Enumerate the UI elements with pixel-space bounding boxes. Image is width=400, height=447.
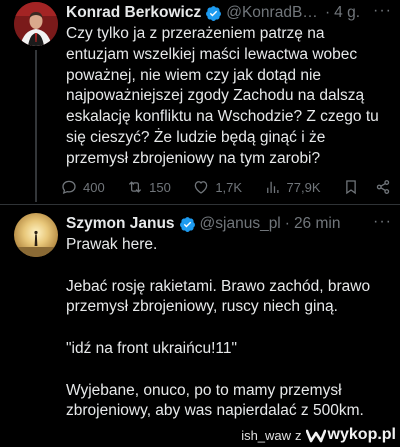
repost-icon <box>129 181 142 193</box>
wykop-watermark: ish_waw z wykop.pl <box>241 426 396 444</box>
verified-badge-icon <box>179 216 195 232</box>
tweet-header: Konrad Berkowicz @KonradBer… · 4 g. <box>66 2 360 24</box>
author-handle[interactable]: @KonradBer… <box>226 4 321 22</box>
views-icon <box>266 181 279 193</box>
tweet-paragraph: Jebać rosję rakietami. Brawo zachód, bra… <box>66 277 375 316</box>
tweet-szymon-janus[interactable]: Szymon Janus @sjanus_pl · 26 min ··· Pra… <box>0 205 400 447</box>
reply-button[interactable]: 400 <box>60 178 105 196</box>
timestamp[interactable]: 4 g. <box>334 4 360 22</box>
author-name[interactable]: Konrad Berkowicz <box>66 4 201 22</box>
tweet-paragraph: Wyjebane, onuco, po to mamy przemysł zbr… <box>66 381 364 420</box>
avatar-konrad-berkowicz[interactable] <box>14 2 58 46</box>
tweet-paragraph: "idź na front ukraińcu!11" <box>66 339 237 357</box>
tweet-actions-right <box>342 178 392 196</box>
wykop-logo: wykop.pl <box>305 426 396 444</box>
tweet-paragraph: Prawak here. <box>66 236 158 253</box>
tweet-konrad-berkowicz[interactable]: Konrad Berkowicz @KonradBer… · 4 g. ··· … <box>0 0 400 204</box>
more-icon[interactable]: ··· <box>373 2 392 20</box>
timestamp[interactable]: 26 min <box>294 215 341 233</box>
tweet-text: Prawak here. Jebać rosję rakietami. Braw… <box>66 235 390 422</box>
views-count: 77,9K <box>286 179 321 195</box>
watermark-user: ish_waw <box>241 427 292 443</box>
tweet-text: Czy tylko ja z przerażeniem patrzę na en… <box>66 24 390 170</box>
more-icon[interactable]: ··· <box>373 213 392 231</box>
share-icon[interactable] <box>374 178 392 196</box>
separator-dot: · <box>324 4 331 21</box>
views-button[interactable]: 77,9K <box>264 178 321 196</box>
repost-button[interactable]: 150 <box>126 178 171 196</box>
tweet-body: Czy tylko ja z przerażeniem patrzę na en… <box>66 25 384 167</box>
wykop-site: wykop.pl <box>327 426 396 443</box>
wykop-logo-icon <box>305 429 326 443</box>
reply-count: 400 <box>83 179 105 195</box>
avatar-szymon-janus[interactable] <box>14 213 58 257</box>
reply-icon <box>62 180 76 195</box>
separator-dot: · <box>284 215 290 232</box>
tweet-actions: 400 150 1,7K 77,9K <box>60 176 392 198</box>
like-button[interactable]: 1,7K <box>192 178 242 196</box>
thread-line <box>35 50 37 202</box>
watermark-z: z <box>295 427 302 443</box>
repost-count: 150 <box>149 179 171 195</box>
author-name[interactable]: Szymon Janus <box>66 215 175 233</box>
bookmark-icon[interactable] <box>342 178 360 196</box>
like-icon <box>195 181 208 194</box>
tweet-header: Szymon Janus @sjanus_pl · 26 min <box>66 213 360 235</box>
like-count: 1,7K <box>215 179 243 195</box>
author-handle[interactable]: @sjanus_pl <box>200 215 281 233</box>
verified-badge-icon <box>206 5 222 21</box>
